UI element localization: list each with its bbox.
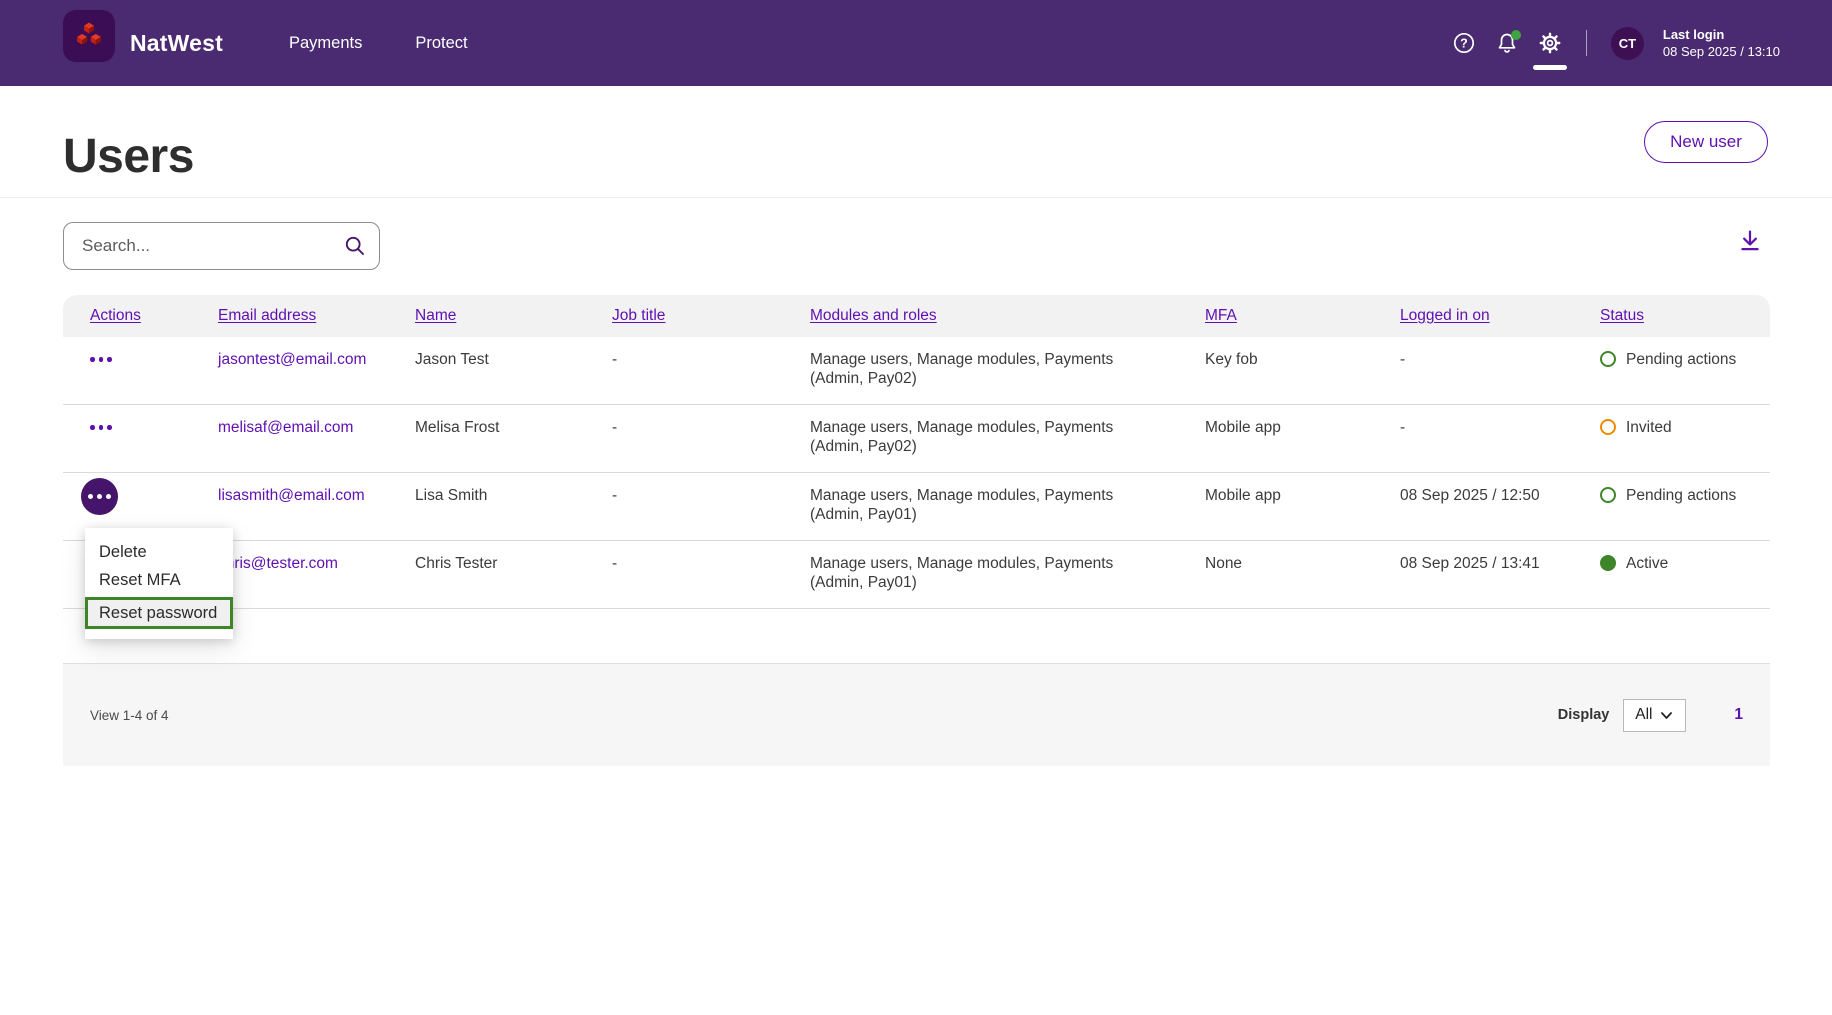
user-job-title: - [612,405,810,472]
user-email-link[interactable]: jasontest@email.com [218,337,415,404]
user-name: Jason Test [415,337,612,404]
user-logged-in-on: 08 Sep 2025 / 12:50 [1400,473,1600,540]
users-table: ActionsEmail addressNameJob titleModules… [63,295,1770,609]
user-mfa: None [1205,541,1400,608]
notification-badge [1511,30,1521,40]
user-modules-roles: Manage users, Manage modules, Payments (… [810,473,1205,540]
help-icon[interactable]: ? [1452,31,1476,55]
top-nav: NatWest Payments Protect ? [0,0,1832,86]
table-row: lisasmith@email.com Lisa Smith - Manage … [63,473,1770,541]
user-job-title: - [612,473,810,540]
natwest-logo[interactable] [63,10,115,62]
user-modules-roles: Manage users, Manage modules, Payments (… [810,541,1205,608]
menu-item-delete[interactable]: Delete [85,538,233,566]
status-icon [1600,487,1616,503]
column-header-mfa[interactable]: MFA [1205,307,1400,325]
table-row: melisaf@email.com Melisa Frost - Manage … [63,405,1770,473]
nav-item-protect[interactable]: Protect [415,34,467,53]
user-job-title: - [612,541,810,608]
results-count: View 1-4 of 4 [90,708,169,723]
user-modules-roles: Manage users, Manage modules, Payments (… [810,405,1205,472]
column-header-modules-and-roles[interactable]: Modules and roles [810,307,1205,325]
natwest-cubes-icon [71,18,107,54]
user-logged-in-on: 08 Sep 2025 / 13:41 [1400,541,1600,608]
row-actions-context-menu: DeleteReset MFA Reset password [85,528,233,639]
status-icon [1600,555,1616,571]
last-login-info: Last login 08 Sep 2025 / 13:10 [1663,26,1780,60]
row-actions-button[interactable] [90,425,112,430]
user-email-link[interactable]: chris@tester.com [218,541,415,608]
nav-divider [1586,30,1587,56]
settings-gear-icon[interactable] [1538,31,1562,55]
last-login-value: 08 Sep 2025 / 13:10 [1663,44,1780,59]
table-row: chris@tester.com Chris Tester - Manage u… [63,541,1770,609]
search-input[interactable] [63,222,380,270]
status-cell: Invited [1600,405,1770,472]
page-title: Users [63,134,194,180]
export-download-icon[interactable] [1734,226,1766,258]
actions-cell [90,405,218,472]
row-actions-button[interactable] [90,357,112,362]
last-login-label: Last login [1663,26,1780,43]
user-modules-roles: Manage users, Manage modules, Payments (… [810,337,1205,404]
user-mfa: Mobile app [1205,405,1400,472]
chevron-down-icon [1659,708,1674,723]
table-footer: View 1-4 of 4 Display All 1 [63,663,1770,766]
row-actions-button[interactable] [81,478,118,515]
column-header-name[interactable]: Name [415,307,612,325]
column-header-job-title[interactable]: Job title [612,307,810,325]
search-container [63,222,380,270]
user-mfa: Key fob [1205,337,1400,404]
user-avatar[interactable]: CT [1611,27,1644,60]
status-cell: Active [1600,541,1770,608]
table-body: jasontest@email.com Jason Test - Manage … [63,337,1770,609]
primary-nav: Payments Protect [289,0,468,86]
nav-utilities: ? [1452,0,1780,86]
header-divider [0,197,1832,198]
menu-item-reset-password[interactable]: Reset password [85,597,233,629]
page-size-value: All [1635,706,1652,724]
app-root: NatWest Payments Protect ? [0,0,1832,1015]
new-user-button[interactable]: New user [1644,121,1768,163]
svg-text:?: ? [1460,36,1468,50]
status-label: Pending actions [1626,486,1736,505]
user-logged-in-on: - [1400,337,1600,404]
status-label: Active [1626,554,1668,573]
user-logged-in-on: - [1400,405,1600,472]
user-email-link[interactable]: melisaf@email.com [218,405,415,472]
display-label: Display [1558,707,1610,723]
status-icon [1600,351,1616,367]
pager-controls: Display All 1 [1558,699,1743,732]
brand-name: NatWest [130,0,223,86]
status-icon [1600,419,1616,435]
column-header-actions[interactable]: Actions [90,307,218,325]
notifications-bell-icon[interactable] [1495,31,1519,55]
column-header-status[interactable]: Status [1600,307,1770,325]
status-cell: Pending actions [1600,473,1770,540]
page-size-select[interactable]: All [1623,699,1686,732]
page-number[interactable]: 1 [1734,706,1743,724]
status-label: Invited [1626,418,1672,437]
table-header-row: ActionsEmail addressNameJob titleModules… [63,295,1770,337]
user-email-link[interactable]: lisasmith@email.com [218,473,415,540]
table-row: jasontest@email.com Jason Test - Manage … [63,337,1770,405]
status-label: Pending actions [1626,350,1736,369]
nav-item-payments[interactable]: Payments [289,34,362,53]
actions-cell [90,337,218,404]
status-cell: Pending actions [1600,337,1770,404]
column-header-email-address[interactable]: Email address [218,307,415,325]
user-name: Melisa Frost [415,405,612,472]
user-name: Lisa Smith [415,473,612,540]
column-header-logged-in-on[interactable]: Logged in on [1400,307,1600,325]
user-mfa: Mobile app [1205,473,1400,540]
menu-item-reset-mfa[interactable]: Reset MFA [85,566,233,594]
user-job-title: - [612,337,810,404]
user-name: Chris Tester [415,541,612,608]
